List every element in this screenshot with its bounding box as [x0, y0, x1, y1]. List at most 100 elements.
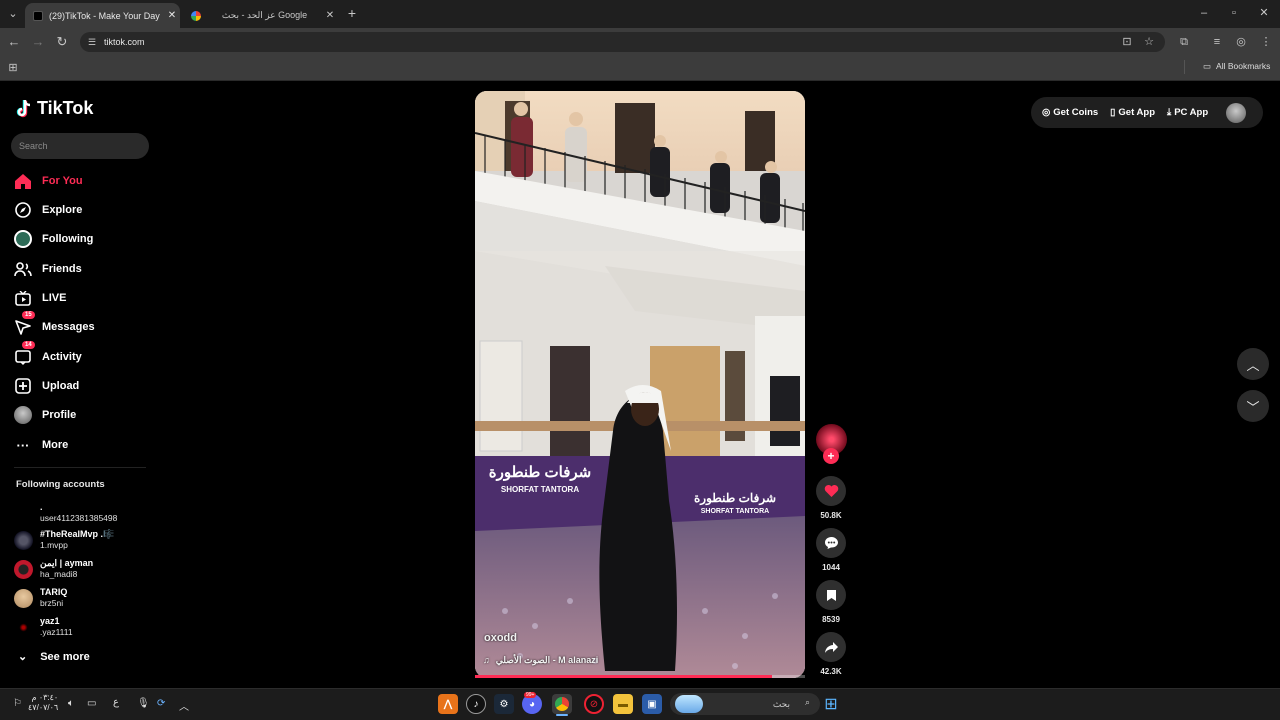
reload-icon[interactable]: ↻ [54, 34, 70, 50]
forward-icon[interactable]: → [30, 34, 46, 50]
tab-search-icon[interactable]: ⌄ [5, 6, 21, 22]
banner-english-text: SHORFAT TANTORA [700, 508, 770, 515]
vlc-app-icon[interactable]: ⋀ [438, 694, 458, 714]
chevron-down-icon: ⌄ [18, 651, 28, 663]
taskbar-search[interactable]: بحث ⌕ [670, 693, 820, 715]
chrome-app-icon[interactable] [552, 694, 572, 714]
back-icon[interactable]: ← [6, 34, 22, 50]
friends-icon [14, 260, 32, 278]
account-item[interactable]: TARIQ brz5ni [14, 585, 67, 611]
account-item[interactable]: . user4112381385498 [14, 500, 117, 526]
nav-activity[interactable]: 14 Activity [14, 341, 82, 368]
user-avatar[interactable] [1226, 102, 1247, 123]
like-action[interactable]: 50.8K [815, 476, 847, 520]
account-item[interactable]: #TheRealMvp .🎼 1.mvpp [14, 527, 114, 553]
restore-icon[interactable]: ▫ [1226, 5, 1242, 21]
media-controls-icon[interactable]: ≡ [1209, 34, 1225, 50]
previous-video-button[interactable]: ︿ [1237, 348, 1269, 380]
nav-label: More [42, 439, 69, 451]
file-explorer-icon[interactable]: ▬ [613, 694, 633, 714]
nav-label: Profile [42, 409, 77, 421]
notification-icon[interactable]: ⚐ [13, 698, 22, 709]
close-tab-icon[interactable]: ✕ [164, 10, 180, 21]
menu-kebab-icon[interactable]: ⋮ [1258, 34, 1274, 50]
steam-app-icon[interactable]: ⚙ [494, 694, 514, 714]
input-language[interactable]: ع [113, 697, 119, 708]
microphone-icon[interactable]: 🎙︎ [137, 698, 150, 709]
get-app-label: Get App [1118, 107, 1155, 118]
account-icon[interactable]: ◎ [1233, 34, 1249, 50]
pc-app-button[interactable]: ⤓ PC App [1167, 107, 1208, 118]
install-app-icon[interactable]: ⊡ [1119, 34, 1135, 50]
avatar [14, 503, 33, 523]
site-info-icon[interactable]: ☰ [84, 34, 100, 50]
account-handle: .yaz1111 [40, 627, 73, 637]
tab-title: عز الحد - بحث Google [221, 10, 308, 20]
upload-icon [14, 377, 32, 395]
nav-more[interactable]: ··· More [14, 434, 69, 456]
video-progress-bar[interactable] [475, 675, 805, 678]
sync-icon[interactable]: ⟳ [157, 698, 165, 709]
following-accounts-heading: Following accounts [16, 479, 105, 490]
heart-icon[interactable] [816, 476, 846, 506]
save-action[interactable]: 8539 [815, 580, 847, 624]
browser-tab-bar: ⌄ (29)TikTok - Make Your Day ✕ عز الحد -… [0, 0, 1280, 28]
address-bar[interactable]: ☰ tiktok.com ⊡ ☆ [80, 32, 1165, 52]
account-name: TARIQ [40, 587, 68, 597]
search-icon: ⌕ [804, 697, 810, 707]
avatar [14, 530, 33, 550]
apps-grid-icon[interactable]: ⊞ [5, 60, 21, 76]
video-player[interactable]: شرفات طنطورة SHORFAT TANTORA شرفات طنطور… [475, 91, 805, 678]
close-window-icon[interactable]: ✕ [1256, 5, 1272, 21]
top-right-actions: ◎ Get Coins ▯ Get App ⤓ PC App [1031, 97, 1263, 128]
nav-label: Following [42, 233, 94, 245]
clock-time: ٠٣:٤٠ م [31, 693, 59, 702]
all-bookmarks-button[interactable]: ▭ All Bookmarks [1203, 61, 1270, 72]
account-handle: user4112381385498 [40, 513, 118, 523]
clock[interactable]: ٠٣:٤٠ م ٤٧/٠٧/٠٦ [28, 693, 58, 713]
get-coins-button[interactable]: ◎ Get Coins [1042, 107, 1098, 118]
comment-icon[interactable] [816, 528, 846, 558]
windows-start-icon[interactable]: ⊞ [821, 694, 841, 714]
more-icon: ··· [16, 437, 30, 453]
store-app-icon[interactable]: ▣ [642, 694, 662, 714]
video-sound[interactable]: ♫ الصوت الأصلي - M alanazi [483, 655, 598, 666]
account-item[interactable]: ايمن | ayman ha_madi8 [14, 556, 93, 582]
get-app-button[interactable]: ▯ Get App [1110, 107, 1155, 118]
tiktok-logo[interactable]: TikTok [16, 98, 93, 119]
extensions-icon[interactable]: ⧉ [1176, 34, 1192, 50]
follow-plus-icon[interactable]: + [823, 448, 839, 464]
nav-following[interactable]: Following [14, 228, 93, 250]
search-input[interactable]: Search [11, 133, 149, 159]
volume-icon[interactable]: 🔈︎ [68, 698, 74, 709]
comment-count: 1044 [822, 563, 840, 572]
bookmark-icon[interactable] [816, 580, 846, 610]
divider [1184, 60, 1185, 74]
comment-action[interactable]: 1044 [815, 528, 847, 572]
tab-google[interactable]: عز الحد - بحث Google ✕ [183, 3, 338, 28]
network-icon[interactable]: ▭ [87, 698, 96, 709]
see-more-button[interactable]: ⌄ See more [18, 650, 90, 664]
share-action[interactable]: 42.3K [815, 632, 847, 676]
next-video-button[interactable]: ﹀ [1237, 390, 1269, 422]
nav-profile[interactable]: Profile [14, 404, 76, 426]
chevron-up-icon[interactable]: ︿ [179, 698, 189, 713]
account-item[interactable]: yaz1 .yaz1111 [14, 614, 73, 640]
app-icon[interactable]: ⊘ [584, 694, 604, 714]
nav-friends[interactable]: Friends [14, 258, 82, 280]
banner-english-text: SHORFAT TANTORA [500, 485, 580, 494]
nav-messages[interactable]: 15 Messages [14, 311, 95, 338]
share-icon[interactable] [816, 632, 846, 662]
minimize-icon[interactable]: – [1196, 5, 1212, 21]
bookmark-star-icon[interactable]: ☆ [1141, 34, 1157, 50]
close-tab-icon[interactable]: ✕ [322, 10, 338, 21]
nav-for-you[interactable]: For You [14, 170, 83, 192]
new-tab-icon[interactable]: + [344, 5, 360, 21]
nav-upload[interactable]: Upload [14, 375, 79, 397]
compass-icon [14, 201, 32, 219]
tiktok-app-icon[interactable]: ♪ [466, 694, 486, 714]
nav-live[interactable]: LIVE [14, 287, 66, 309]
nav-explore[interactable]: Explore [14, 199, 82, 221]
tab-tiktok[interactable]: (29)TikTok - Make Your Day ✕ [25, 3, 180, 28]
video-author[interactable]: oxodd [484, 632, 517, 644]
